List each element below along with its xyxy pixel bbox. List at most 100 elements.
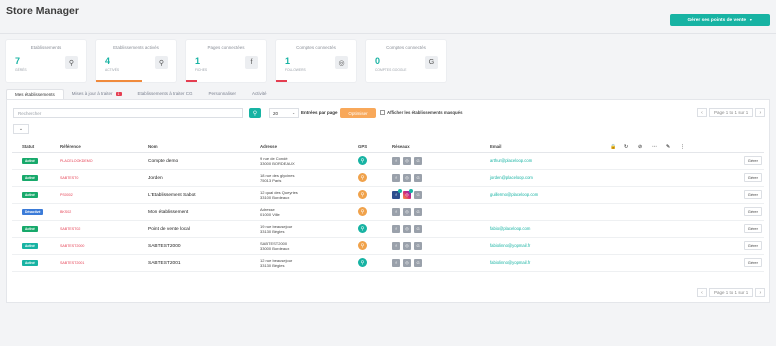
show-masked-checkbox[interactable]: Afficher les établissements masqués — [380, 110, 462, 115]
col-reseaux[interactable]: Réseaux — [390, 142, 488, 153]
manage-row-button[interactable]: Gérer — [743, 173, 762, 182]
instagram-icon[interactable]: ◎ — [403, 241, 411, 250]
optimize-button[interactable]: Optimiser — [340, 108, 376, 118]
networks-cell: f ◎ G — [390, 254, 488, 272]
email-cell: fabiolinno@yopmail.fr — [488, 237, 608, 255]
col-hidden[interactable]: ⊘ — [636, 142, 650, 153]
manage-row-button[interactable]: Gérer — [743, 258, 762, 267]
status-badge: Désactivé — [22, 209, 44, 215]
email-cell: jorden@placeloop.com — [488, 169, 608, 187]
tab-etablissements-traiter-cg[interactable]: Etablissements à traiter CG — [130, 89, 201, 99]
facebook-icon[interactable]: f — [392, 258, 400, 267]
tab-activit-[interactable]: Activité — [244, 89, 275, 99]
facebook-icon[interactable]: f — [392, 173, 400, 182]
col-adresse[interactable]: Adresse — [258, 142, 356, 153]
google-icon[interactable]: G — [414, 173, 422, 182]
status-cell: Activé — [20, 237, 58, 255]
search-icon: ⚲ — [252, 110, 258, 117]
gps-pin-icon[interactable]: ⚲ — [358, 224, 367, 233]
networks-cell: f ◎ G — [390, 152, 488, 170]
next-page-button[interactable]: › — [755, 108, 766, 117]
search-button[interactable]: ⚲ — [249, 108, 261, 118]
next-page-button[interactable]: › — [755, 288, 766, 297]
prev-page-button[interactable]: ‹ — [697, 108, 707, 117]
email-link[interactable]: jorden@placeloop.com — [490, 175, 533, 180]
stat-card-value: 4 — [105, 56, 111, 66]
address-line-2: 33130 Bègles — [260, 228, 285, 234]
manage-row-button[interactable]: Gérer — [743, 224, 762, 233]
select-cell — [12, 186, 20, 204]
network-icons: f ◎ G — [392, 173, 486, 182]
email-link[interactable]: guillermo@placeloop.com — [490, 192, 538, 197]
email-link[interactable]: fabio@placeloop.com — [490, 226, 530, 231]
col-tag[interactable]: ⋯ — [650, 142, 664, 153]
status-cell: Activé — [20, 169, 58, 187]
col-nom[interactable]: Nom — [146, 142, 258, 153]
tab-count-badge: 1 — [115, 91, 122, 96]
instagram-icon[interactable]: ◎ — [403, 207, 411, 216]
email-cell: fabio@placeloop.com — [488, 220, 608, 238]
location-icon: ⚲ — [65, 56, 78, 69]
col-lock[interactable]: 🔒 — [608, 142, 622, 153]
page-info: Page 1 to 1 sur 1 — [709, 108, 754, 117]
address-line-2: 33130 Bègles — [260, 262, 285, 268]
col-sync[interactable]: ↻ — [622, 142, 636, 153]
col-statut[interactable]: Statut — [20, 142, 58, 153]
gps-pin-icon[interactable]: ⚲ — [358, 156, 367, 165]
manage-locations-label: Gérer ses points de vente — [687, 17, 747, 23]
col-gps[interactable]: GPS — [356, 142, 390, 153]
prev-page-button[interactable]: ‹ — [697, 288, 707, 297]
manage-locations-button[interactable]: Gérer ses points de vente ▼ — [670, 14, 770, 26]
col-more[interactable]: ⋮ — [678, 142, 692, 153]
instagram-icon[interactable]: ◎ — [403, 258, 411, 267]
connected-check-icon — [398, 188, 402, 193]
flag-cell — [678, 254, 692, 272]
locations-table: Statut Référence Nom Adresse GPS Réseaux… — [12, 142, 764, 272]
gps-cell: ⚲ — [356, 169, 390, 187]
per-page-select[interactable]: 20 ⌄ — [269, 108, 299, 118]
search-input[interactable]: Rechercher — [13, 108, 243, 118]
instagram-icon[interactable]: ◎ — [403, 156, 411, 165]
status-cell: Désactivé — [20, 203, 58, 221]
email-link[interactable]: fabiolinno@yopmail.fr — [490, 243, 530, 248]
columns-dropdown-button[interactable]: ⌄ — [13, 124, 29, 134]
email-link[interactable]: arthur@placeloop.com — [490, 158, 532, 163]
manage-row-button[interactable]: Gérer — [743, 156, 762, 165]
instagram-icon[interactable]: ◎ — [403, 188, 413, 199]
facebook-icon[interactable]: f — [392, 156, 400, 165]
google-icon[interactable]: G — [414, 241, 422, 250]
col-email[interactable]: Email — [488, 142, 608, 153]
reference-cell: SABTEST2000 — [58, 237, 146, 255]
email-link[interactable]: fabiolinno@yopmail.fr — [490, 260, 530, 265]
facebook-icon[interactable]: f — [392, 188, 402, 199]
facebook-icon[interactable]: f — [392, 207, 400, 216]
checkbox-box[interactable] — [380, 110, 385, 115]
google-icon[interactable]: G — [414, 190, 422, 199]
address-cell: 18 rue des glycines 75013 Paris — [258, 169, 356, 187]
flag-cell — [650, 152, 664, 170]
gps-pin-icon[interactable]: ⚲ — [358, 241, 367, 250]
tab-mises-jour-traiter[interactable]: Mises à jour à traiter 1 — [64, 89, 130, 99]
instagram-icon[interactable]: ◎ — [403, 224, 411, 233]
col-reference[interactable]: Référence — [58, 142, 146, 153]
manage-row-button[interactable]: Gérer — [743, 207, 762, 216]
facebook-icon[interactable]: f — [392, 224, 400, 233]
google-icon[interactable]: G — [414, 156, 422, 165]
gps-pin-icon[interactable]: ⚲ — [358, 190, 367, 199]
select-cell — [12, 220, 20, 238]
gps-pin-icon[interactable]: ⚲ — [358, 207, 367, 216]
google-icon[interactable]: G — [414, 224, 422, 233]
col-edit[interactable]: ✎ — [664, 142, 678, 153]
google-icon[interactable]: G — [414, 258, 422, 267]
flag-cell — [650, 220, 664, 238]
gps-pin-icon[interactable]: ⚲ — [358, 173, 367, 182]
manage-row-button[interactable]: Gérer — [743, 241, 762, 250]
google-icon[interactable]: G — [414, 207, 422, 216]
manage-row-button[interactable]: Gérer — [743, 190, 762, 199]
stat-card: Comptes connectés 1 FOLLOWERS ◎ — [276, 40, 356, 82]
facebook-icon[interactable]: f — [392, 241, 400, 250]
tab-mes-tablissements[interactable]: Mes établissements — [6, 89, 64, 99]
tab-personnaliser[interactable]: Personnaliser — [201, 89, 245, 99]
instagram-icon[interactable]: ◎ — [403, 173, 411, 182]
gps-pin-icon[interactable]: ⚲ — [358, 258, 367, 267]
